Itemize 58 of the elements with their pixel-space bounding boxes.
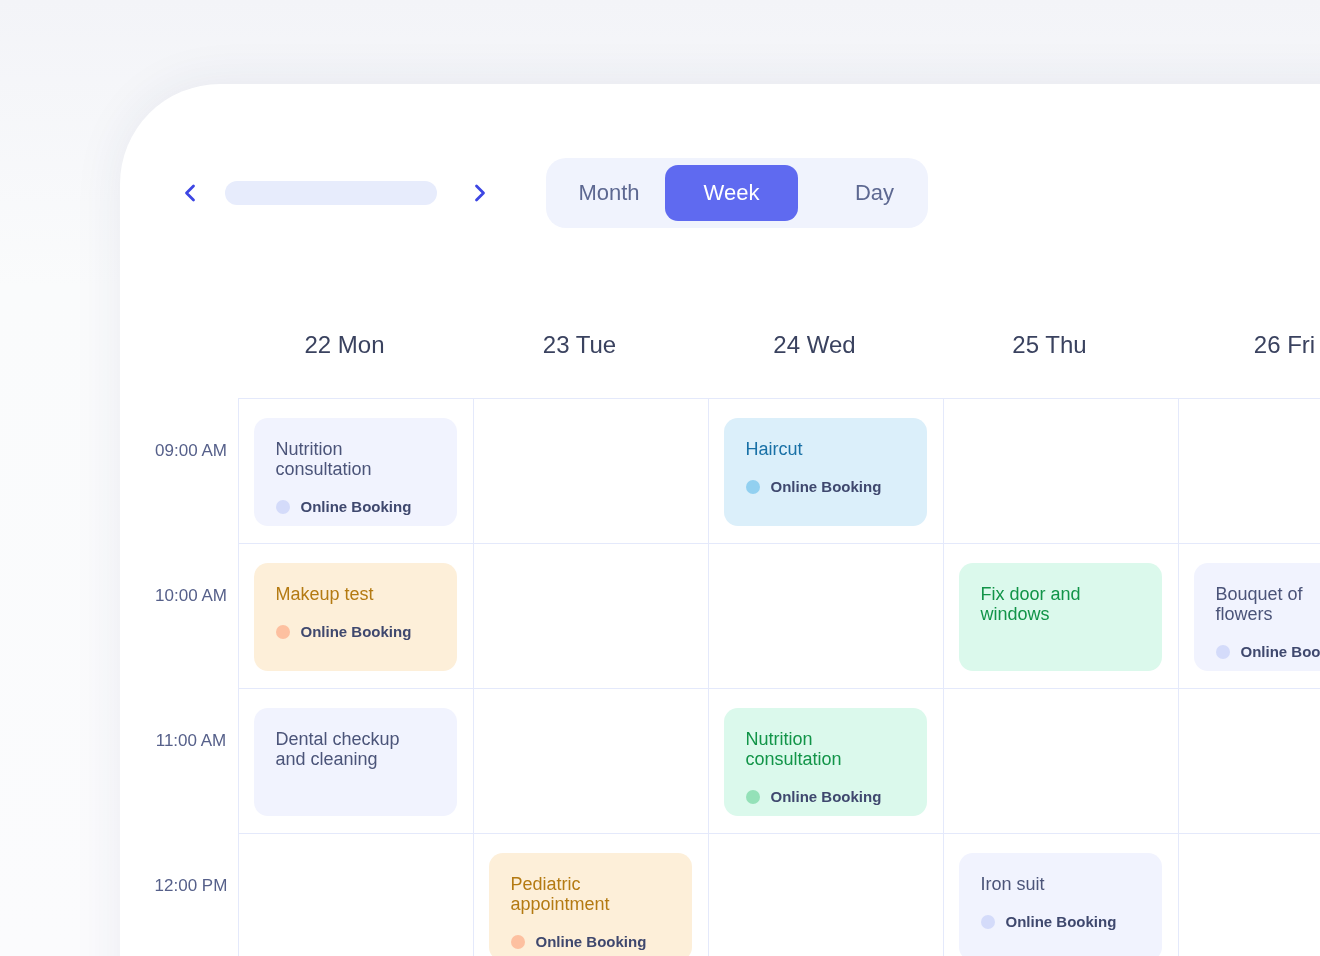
booking-label: Online Booking [535,932,647,951]
day-header: 26 Fri [1253,331,1316,358]
event-title: Makeup test [275,583,374,604]
day-header: 24 Wed [773,331,856,358]
booking-label: Online Booking [1005,912,1117,931]
calendar-slot[interactable] [708,543,943,688]
calendar-slot[interactable]: Pediatric appointment Online Booking [473,833,708,956]
calendar-slot[interactable]: Bouquet of flowers Online Boo [1178,543,1320,688]
time-label: 10:00 AM [155,586,227,605]
next-button[interactable] [474,184,486,202]
view-tab[interactable]: Month [553,165,665,221]
event-card[interactable]: Dental checkup and cleaning [253,707,457,816]
calendar-slot[interactable] [473,688,708,833]
calendar-slot[interactable] [238,833,473,956]
calendar-slot[interactable] [473,543,708,688]
view-tab[interactable]: Week [665,165,798,221]
calendar-slot[interactable]: Iron suit Online Booking [943,833,1178,956]
event-card[interactable]: Pediatric appointment Online Booking [488,852,692,956]
event-card[interactable]: Nutrition consultation Online Booking [723,707,927,816]
day-header: 23 Tue [542,331,617,358]
event-card[interactable]: Fix door and windows [958,562,1162,671]
calendar-slot[interactable]: Haircut Online Booking [708,398,943,543]
time-label: 09:00 AM [155,441,227,460]
event-title: Haircut [745,438,803,459]
calendar-slot[interactable]: Nutrition consultation Online Booking [708,688,943,833]
booking-label: Online Booking [300,497,412,516]
event-title: Bouquet of flowers [1215,583,1304,624]
event-title: Pediatric appointment [510,873,611,914]
booking-label: Online Booking [300,622,412,641]
booking-label: Online Booking [770,477,882,496]
event-card[interactable]: Bouquet of flowers Online Boo [1193,562,1320,671]
previous-button[interactable] [184,184,196,202]
calendar-slot[interactable]: Fix door and windows [943,543,1178,688]
calendar-slot[interactable]: Makeup test Online Booking [238,543,473,688]
chevron-left-icon [184,184,196,202]
calendar-slot[interactable] [473,398,708,543]
event-title: Nutrition consultation [275,438,373,479]
calendar-slot[interactable]: Nutrition consultation Online Booking [238,398,473,543]
event-card[interactable]: Makeup test Online Booking [253,562,457,671]
event-card[interactable]: Nutrition consultation Online Booking [253,417,457,526]
chevron-right-icon [474,184,486,202]
event-title: Dental checkup and cleaning [275,728,401,769]
event-card[interactable]: Haircut Online Booking [723,417,927,526]
day-header: 22 Mon [304,331,385,358]
time-label: 11:00 AM [155,731,227,750]
event-card[interactable]: Iron suit Online Booking [958,852,1162,956]
calendar-slot[interactable]: Dental checkup and cleaning [238,688,473,833]
booking-label: Online Boo [1240,642,1320,661]
calendar-slot[interactable] [708,833,943,956]
booking-label: Online Booking [770,787,882,806]
day-header: 25 Thu [1012,331,1087,358]
calendar-slot[interactable] [943,398,1178,543]
event-title: Iron suit [980,873,1045,894]
view-tab[interactable]: Day [798,165,921,221]
time-label: 12:00 PM [154,876,228,895]
calendar-slot[interactable] [943,688,1178,833]
event-title: Fix door and windows [980,583,1082,624]
event-title: Nutrition consultation [745,728,843,769]
